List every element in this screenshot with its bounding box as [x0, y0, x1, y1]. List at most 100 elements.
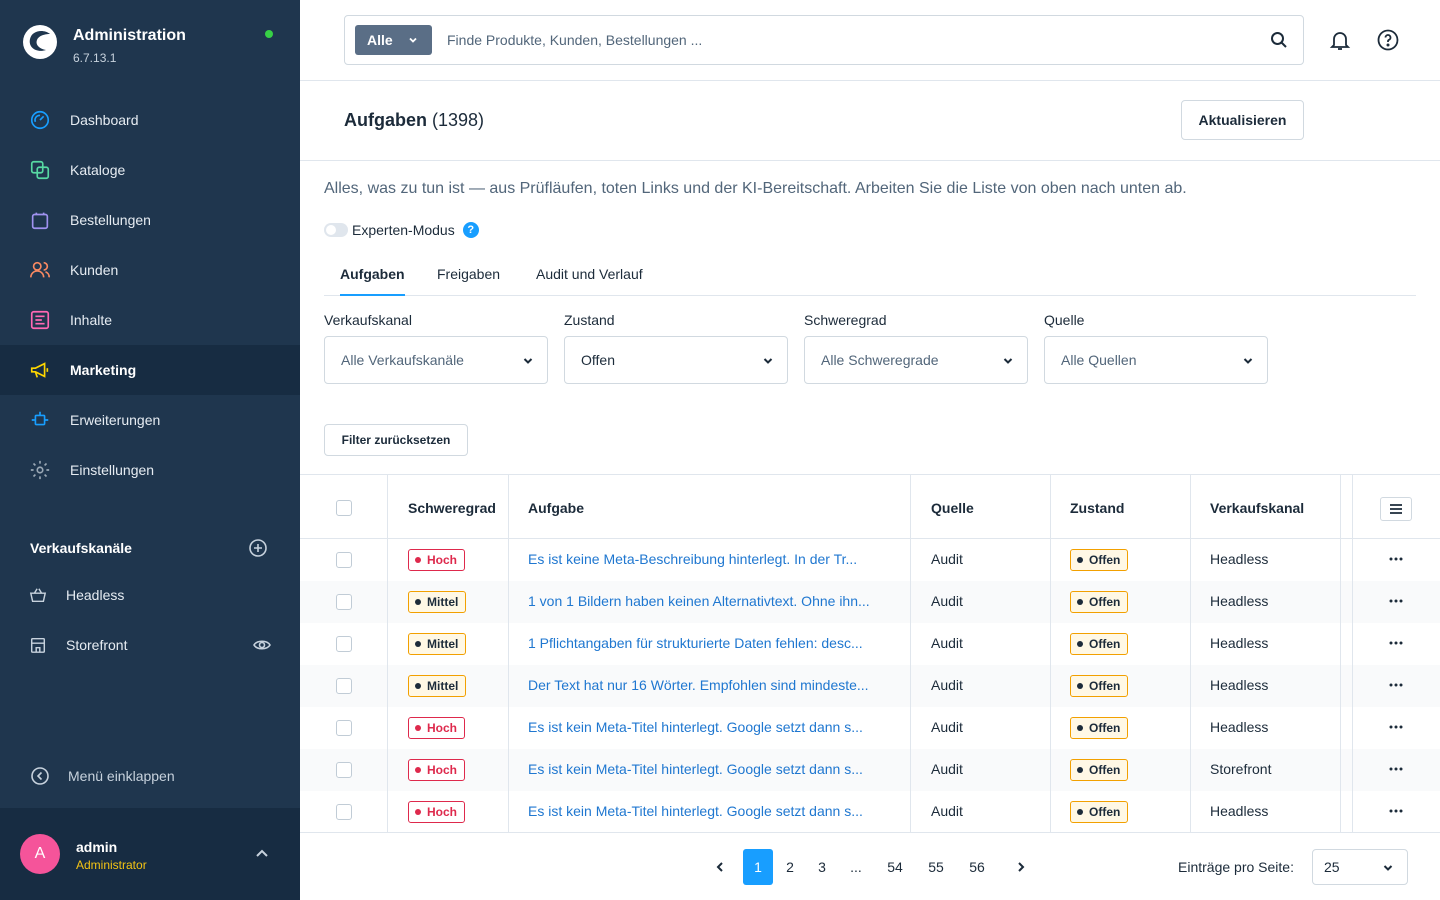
- sidebar-item-catalogs[interactable]: Kataloge: [0, 145, 300, 195]
- orders-icon: [28, 208, 52, 232]
- table-row[interactable]: Mittel 1 Pflichtangaben für strukturierte…: [300, 623, 1440, 665]
- table-row[interactable]: Hoch Es ist kein Meta-Titel hinterlegt. G…: [300, 749, 1440, 791]
- page-button[interactable]: 2: [775, 849, 805, 885]
- refresh-button[interactable]: Aktualisieren: [1181, 100, 1304, 140]
- prev-page-button[interactable]: [705, 849, 735, 885]
- task-link[interactable]: Es ist keine Meta-Beschreibung hinterleg…: [528, 551, 857, 567]
- task-link[interactable]: 1 Pflichtangaben für strukturierte Daten…: [528, 635, 863, 651]
- more-actions-icon[interactable]: [1388, 803, 1404, 819]
- page-button[interactable]: 1: [743, 849, 773, 885]
- sidebar-item-label: Dashboard: [70, 112, 139, 128]
- state-dot-icon: [1077, 557, 1083, 563]
- table-row[interactable]: Mittel Der Text hat nur 16 Wörter. Empfoh…: [300, 665, 1440, 707]
- more-actions-icon[interactable]: [1388, 593, 1404, 609]
- tab-approvals[interactable]: Freigaben: [437, 266, 500, 296]
- more-actions-icon[interactable]: [1388, 635, 1404, 651]
- task-link[interactable]: 1 von 1 Bildern haben keinen Alternativt…: [528, 593, 870, 609]
- column-header-task[interactable]: Aufgabe: [528, 500, 584, 516]
- severity-label: Hoch: [427, 763, 457, 777]
- row-checkbox[interactable]: [336, 594, 352, 610]
- filter-label: Schweregrad: [804, 312, 887, 328]
- per-page-select[interactable]: 25: [1312, 849, 1408, 885]
- page-button[interactable]: 3: [807, 849, 837, 885]
- column-header-severity[interactable]: Schweregrad: [408, 500, 496, 516]
- severity-badge: Mittel: [408, 633, 467, 655]
- next-page-button[interactable]: [1006, 849, 1036, 885]
- shopware-logo-icon[interactable]: [20, 22, 60, 62]
- sales-channel-cell: Headless: [1210, 719, 1269, 735]
- sidebar-item-extensions[interactable]: Erweiterungen: [0, 395, 300, 445]
- more-actions-icon[interactable]: [1388, 551, 1404, 567]
- sidebar-item-orders[interactable]: Bestellungen: [0, 195, 300, 245]
- page-button[interactable]: 56: [962, 849, 992, 885]
- collapse-menu-button[interactable]: Menü einklappen: [30, 765, 175, 787]
- table-row[interactable]: Hoch Es ist kein Meta-Titel hinterlegt. G…: [300, 791, 1440, 832]
- state-select[interactable]: Offen: [564, 336, 788, 384]
- state-label: Offen: [1089, 763, 1121, 777]
- reset-filters-button[interactable]: Filter zurücksetzen: [324, 424, 468, 456]
- search-icon[interactable]: [1269, 30, 1289, 50]
- state-label: Offen: [1089, 721, 1121, 735]
- row-checkbox[interactable]: [336, 762, 352, 778]
- search-input[interactable]: [447, 28, 1227, 52]
- sidebar-item-settings[interactable]: Einstellungen: [0, 445, 300, 495]
- select-all-checkbox[interactable]: [336, 500, 352, 516]
- chevron-left-icon: [716, 862, 723, 872]
- sidebar-item-dashboard[interactable]: Dashboard: [0, 95, 300, 145]
- table-row[interactable]: Hoch Es ist keine Meta-Beschreibung hinte…: [300, 539, 1440, 581]
- avatar: A: [20, 834, 60, 874]
- search-type-select[interactable]: Alle: [355, 25, 432, 55]
- task-link[interactable]: Es ist kein Meta-Titel hinterlegt. Googl…: [528, 761, 863, 777]
- sidebar-item-content[interactable]: Inhalte: [0, 295, 300, 345]
- row-checkbox[interactable]: [336, 678, 352, 694]
- sales-channel-select[interactable]: Alle Verkaufskanäle: [324, 336, 548, 384]
- chevron-up-icon[interactable]: [254, 846, 270, 862]
- task-link[interactable]: Es ist kein Meta-Titel hinterlegt. Googl…: [528, 719, 863, 735]
- row-checkbox[interactable]: [336, 552, 352, 568]
- table-row[interactable]: Mittel 1 von 1 Bildern haben keinen Alter…: [300, 581, 1440, 623]
- help-badge-icon[interactable]: ?: [462, 222, 479, 238]
- column-header-sales-channel[interactable]: Verkaufskanal: [1210, 500, 1304, 516]
- state-label: Offen: [1089, 553, 1121, 567]
- column-header-source[interactable]: Quelle: [931, 500, 974, 516]
- source-cell: Audit: [931, 803, 963, 819]
- eye-icon[interactable]: [252, 635, 272, 655]
- severity-select[interactable]: Alle Schweregrade: [804, 336, 1028, 384]
- sidebar-item-label: Marketing: [70, 362, 137, 378]
- add-circle-icon[interactable]: [248, 538, 268, 558]
- sales-channel-headless[interactable]: Headless: [28, 580, 274, 610]
- row-checkbox[interactable]: [336, 636, 352, 652]
- table-row[interactable]: Hoch Es ist kein Meta-Titel hinterlegt. G…: [300, 707, 1440, 749]
- sales-channel-storefront[interactable]: Storefront: [28, 630, 274, 660]
- source-cell: Audit: [931, 635, 963, 651]
- catalog-icon: [28, 158, 52, 182]
- chevron-down-icon: [1243, 358, 1253, 364]
- column-settings-button[interactable]: [1380, 497, 1412, 521]
- state-dot-icon: [1077, 809, 1083, 815]
- expert-mode-toggle[interactable]: [324, 223, 348, 237]
- sidebar-item-customers[interactable]: Kunden: [0, 245, 300, 295]
- column-header-state[interactable]: Zustand: [1070, 500, 1124, 516]
- row-checkbox[interactable]: [336, 720, 352, 736]
- column-divider: [508, 475, 509, 832]
- task-link[interactable]: Es ist kein Meta-Titel hinterlegt. Googl…: [528, 803, 863, 819]
- more-actions-icon[interactable]: [1388, 677, 1404, 693]
- more-actions-icon[interactable]: [1388, 761, 1404, 777]
- source-select[interactable]: Alle Quellen: [1044, 336, 1268, 384]
- sales-channel-label: Storefront: [66, 637, 128, 653]
- bell-icon[interactable]: [1328, 28, 1352, 52]
- task-link[interactable]: Der Text hat nur 16 Wörter. Empfohlen si…: [528, 677, 869, 693]
- page-button[interactable]: 54: [880, 849, 910, 885]
- row-checkbox[interactable]: [336, 804, 352, 820]
- tab-audit-history[interactable]: Audit und Verlauf: [536, 266, 643, 296]
- state-badge: Offen: [1070, 549, 1129, 571]
- page-button[interactable]: 55: [921, 849, 951, 885]
- user-panel[interactable]: A admin Administrator: [0, 808, 300, 900]
- sales-channel-cell: Headless: [1210, 635, 1269, 651]
- sidebar: Administration 6.7.13.1 Dashboard Katalo…: [0, 0, 300, 900]
- more-actions-icon[interactable]: [1388, 719, 1404, 735]
- tab-tasks[interactable]: Aufgaben: [340, 266, 405, 296]
- sidebar-item-marketing[interactable]: Marketing: [0, 345, 300, 395]
- user-name: admin: [76, 839, 118, 855]
- help-icon[interactable]: [1376, 28, 1400, 52]
